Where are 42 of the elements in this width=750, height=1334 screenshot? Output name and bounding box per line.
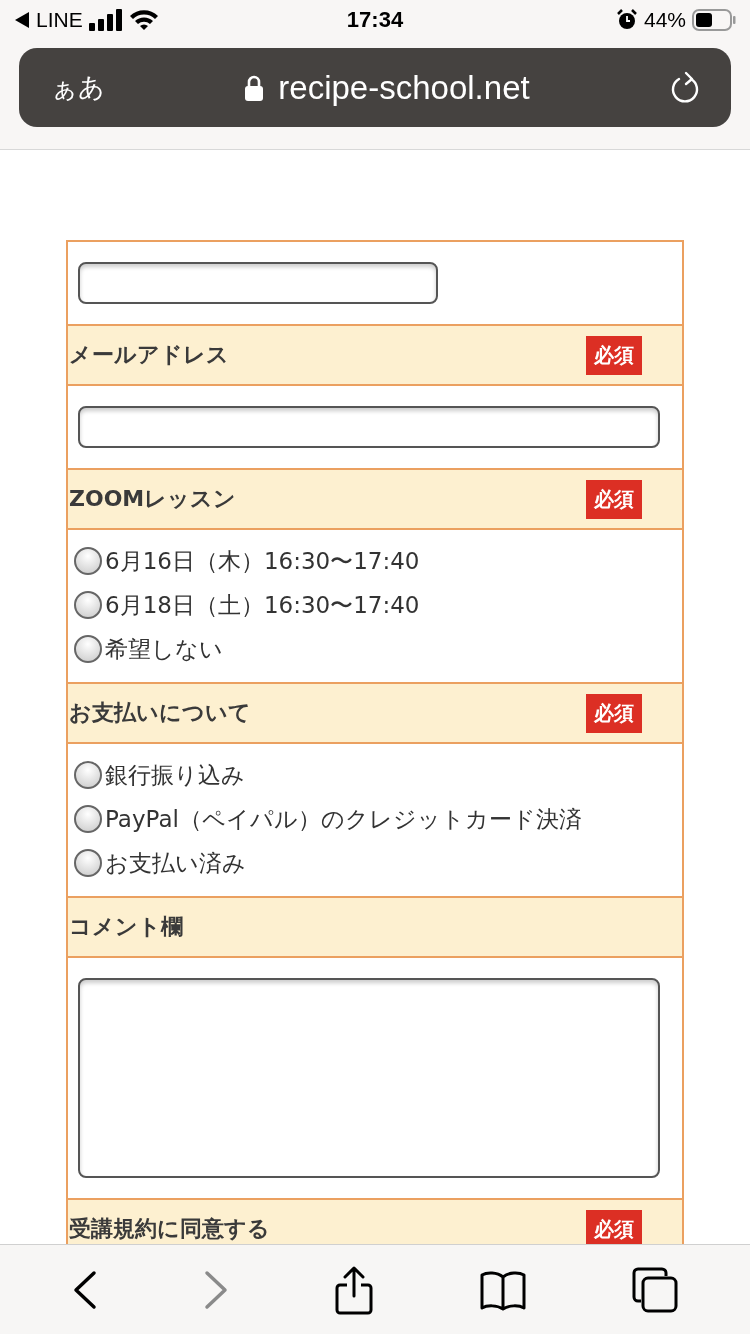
field-label: メールアドレス [69, 341, 229, 369]
tabs-icon[interactable] [631, 1266, 678, 1313]
back-app-label[interactable]: LINE [36, 8, 83, 32]
radio-button[interactable] [74, 635, 102, 663]
required-tag: 必須 [586, 335, 642, 375]
back-icon[interactable] [72, 1269, 99, 1310]
url-text: recipe-school.net [278, 68, 530, 107]
radio-button[interactable] [74, 805, 102, 833]
option-label[interactable]: PayPal（ペイパル）のクレジットカード決済 [105, 803, 582, 835]
required-tag: 必須 [586, 1209, 642, 1244]
battery-icon [692, 9, 736, 31]
battery-percent: 44% [643, 8, 686, 32]
option-label[interactable]: 希望しない [105, 633, 223, 665]
field-label: 受講規約に同意する [69, 1215, 270, 1243]
required-tag: 必須 [586, 479, 642, 519]
required-tag: 必須 [586, 693, 642, 733]
clock-time: 17:34 [346, 7, 404, 33]
field-label: ZOOMレッスン [69, 485, 237, 513]
radio-button[interactable] [74, 761, 102, 789]
field-label: お支払いについて [69, 699, 251, 727]
back-triangle-icon[interactable] [14, 11, 30, 29]
text-size-button[interactable]: ぁあ [51, 70, 105, 105]
option-label[interactable]: 6月18日（土）16:30〜17:40 [105, 589, 420, 621]
signal-icon [88, 9, 123, 31]
lock-icon [244, 74, 265, 101]
radio-button[interactable] [74, 547, 102, 575]
comment-field[interactable] [78, 978, 660, 1178]
radio-button[interactable] [74, 591, 102, 619]
alarm-icon [615, 9, 638, 31]
share-icon[interactable] [334, 1264, 374, 1315]
radio-button[interactable] [74, 849, 102, 877]
option-label[interactable]: 6月16日（木）16:30〜17:40 [105, 545, 420, 577]
forward-icon[interactable] [203, 1269, 230, 1310]
bookmarks-icon[interactable] [478, 1268, 527, 1311]
wifi-icon [128, 9, 159, 31]
address-bar[interactable]: ぁあ recipe-school.net [19, 48, 731, 127]
option-label[interactable]: 銀行振り込み [105, 759, 245, 791]
field-label: コメント欄 [69, 913, 183, 941]
email-field[interactable] [78, 406, 660, 448]
reload-icon[interactable] [669, 70, 701, 105]
option-label[interactable]: お支払い済み [105, 847, 246, 879]
input-field[interactable] [78, 262, 438, 304]
